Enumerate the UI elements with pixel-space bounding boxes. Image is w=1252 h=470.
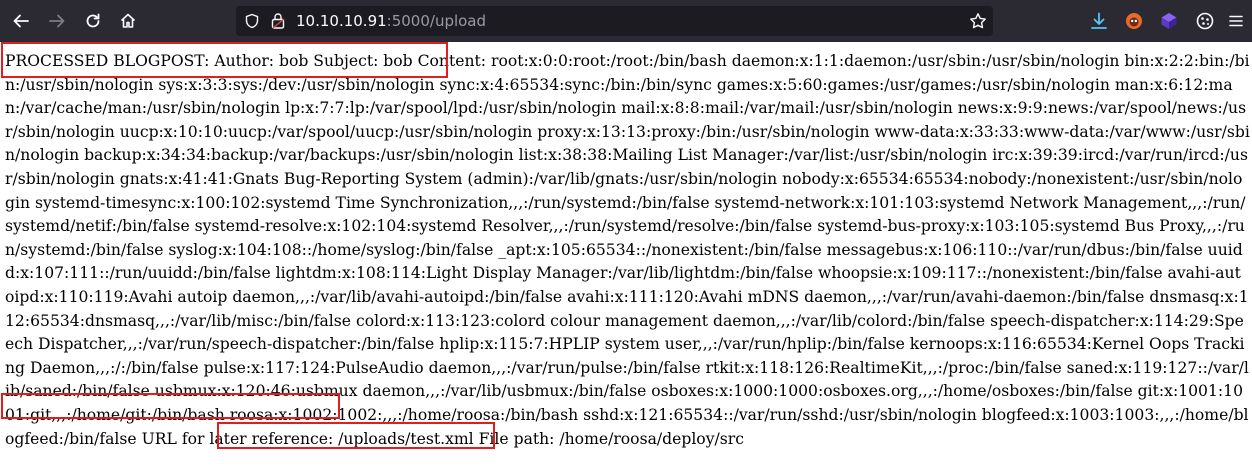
extension-fox-icon[interactable] [1124, 11, 1144, 31]
back-icon [13, 14, 29, 28]
url-reference-text: URL for later reference: /uploads/test.x… [141, 429, 474, 448]
extension-cookie-icon[interactable] [1195, 11, 1215, 31]
url-bar[interactable]: 10.10.10.91:5000/upload [236, 6, 993, 36]
star-icon[interactable] [969, 12, 987, 30]
url-host: 10.10.10.91 [296, 12, 387, 30]
passwd-dump-text: root:x:0:0:root:/root:/bin/bash daemon:x… [5, 52, 1250, 424]
url-text[interactable]: 10.10.10.91:5000/upload [296, 6, 486, 36]
file-path-text: File path: /home/roosa/deploy/src [478, 429, 744, 448]
browser-toolbar: 10.10.10.91:5000/upload [0, 0, 1252, 42]
reload-button[interactable] [79, 7, 107, 35]
home-icon [120, 13, 136, 28]
lock-icon[interactable] [270, 12, 286, 30]
shield-icon[interactable] [244, 13, 260, 29]
processed-blogpost-label: PROCESSED BLOGPOST: Author: bob Subject:… [5, 52, 487, 70]
home-button[interactable] [114, 7, 142, 35]
forward-icon [49, 14, 65, 28]
extension-cube-icon[interactable] [1159, 11, 1179, 31]
page-content: PROCESSED BLOGPOST: Author: bob Subject:… [5, 50, 1250, 451]
forward-button[interactable] [43, 7, 71, 35]
download-icon[interactable] [1089, 11, 1109, 31]
menu-button[interactable] [1222, 7, 1250, 35]
roosa-passwd-entry: roosa:x:1002:1002:,,,:/home/roosa:/bin/b… [229, 405, 579, 424]
url-path: :5000/upload [386, 12, 487, 30]
back-button[interactable] [7, 7, 35, 35]
menu-icon [1229, 15, 1243, 27]
reload-icon [86, 13, 100, 28]
